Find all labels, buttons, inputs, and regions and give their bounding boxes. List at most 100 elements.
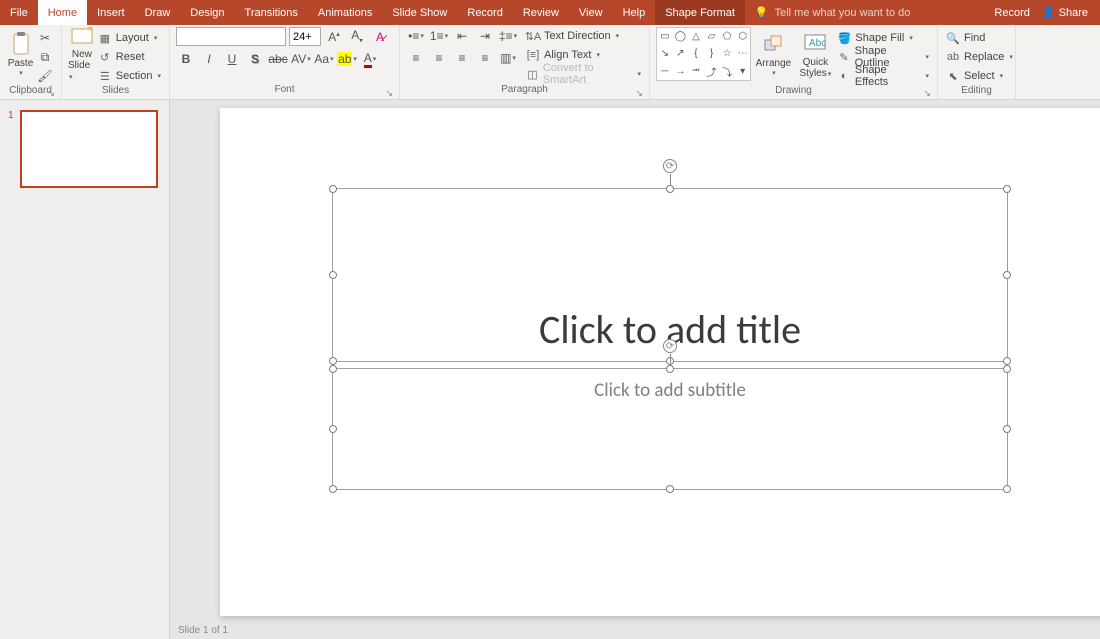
shrink-font-button[interactable]: A▾ (347, 28, 367, 46)
highlight-button[interactable]: ab▾ (337, 50, 357, 68)
bullets-button[interactable]: •≡▾ (406, 27, 426, 45)
tab-help[interactable]: Help (613, 0, 656, 25)
slide-thumbnail-1[interactable] (20, 110, 158, 188)
tab-home[interactable]: Home (38, 0, 87, 25)
shape-fill-label: Shape Fill (855, 32, 904, 44)
align-right-button[interactable]: ≡ (452, 49, 472, 67)
group-drawing: ▭◯△▱⬠⬡ ↘↗{}☆⋯ ─→⭲⤴⤵▾ Arrange▾ Abc Quick … (650, 25, 938, 99)
resize-handle[interactable] (1003, 365, 1011, 373)
find-label: Find (964, 32, 985, 44)
clear-formatting-button[interactable]: A̷ (370, 28, 390, 46)
resize-handle[interactable] (1003, 271, 1011, 279)
resize-handle[interactable] (329, 365, 337, 373)
justify-button[interactable]: ≡ (475, 49, 495, 67)
strikethrough-button[interactable]: abc (268, 50, 288, 68)
slide-thumbnail-pane[interactable]: 1 (0, 100, 170, 639)
status-bar-text: Slide 1 of 1 (170, 625, 228, 639)
clipboard-launcher[interactable]: ↘ (47, 88, 55, 99)
slide-canvas-area[interactable]: ⟳ Click to add title ⟳ (170, 100, 1100, 639)
change-case-button[interactable]: Aa▾ (314, 50, 334, 68)
group-font: A▴ A▾ A̷ B I U S abc AV▾ Aa▾ ab▾ A▾ Font… (170, 25, 400, 99)
resize-handle[interactable] (1003, 185, 1011, 193)
slide[interactable]: ⟳ Click to add title ⟳ (220, 108, 1100, 616)
section-button[interactable]: ☰Section▾ (96, 67, 163, 85)
replace-button[interactable]: abReplace▾ (944, 48, 1015, 66)
resize-handle[interactable] (1003, 485, 1011, 493)
group-drawing-label: Drawing (775, 85, 812, 96)
share-button[interactable]: 👤 Share (1042, 6, 1088, 19)
font-family-combo[interactable] (176, 27, 286, 46)
tab-view[interactable]: View (569, 0, 613, 25)
resize-handle[interactable] (329, 357, 337, 365)
align-left-button[interactable]: ≡ (406, 49, 426, 67)
character-spacing-button[interactable]: AV▾ (291, 50, 311, 68)
copy-button[interactable]: ⧉ (35, 48, 55, 66)
resize-handle[interactable] (666, 185, 674, 193)
tab-slideshow[interactable]: Slide Show (382, 0, 457, 25)
quick-styles-button[interactable]: Abc Quick Styles▾ (795, 27, 835, 82)
reset-button[interactable]: ↺Reset (96, 48, 163, 66)
tab-draw[interactable]: Draw (135, 0, 181, 25)
subtitle-placeholder-text: Click to add subtitle (333, 379, 1007, 402)
tab-record[interactable]: Record (457, 0, 512, 25)
group-clipboard: Paste ▾ ✂ ⧉ 🖌 Clipboard↘ (0, 25, 62, 99)
font-color-button[interactable]: A▾ (360, 50, 380, 68)
rotate-handle[interactable]: ⟳ (663, 159, 677, 173)
layout-button[interactable]: ▦Layout▾ (96, 29, 163, 47)
resize-handle[interactable] (329, 485, 337, 493)
select-label: Select (964, 70, 995, 82)
group-editing-label: Editing (961, 85, 992, 96)
clipboard-icon (9, 32, 33, 56)
format-painter-button[interactable]: 🖌 (35, 67, 55, 85)
resize-handle[interactable] (666, 485, 674, 493)
select-button[interactable]: ⬉Select▾ (944, 67, 1015, 85)
resize-handle[interactable] (1003, 357, 1011, 365)
highlight-icon: ab (337, 52, 352, 66)
tab-insert[interactable]: Insert (87, 0, 135, 25)
tab-animations[interactable]: Animations (308, 0, 382, 25)
bold-button[interactable]: B (176, 50, 196, 68)
underline-button[interactable]: U (222, 50, 242, 68)
paste-button[interactable]: Paste ▾ (6, 27, 35, 82)
tell-me-search[interactable]: 💡 Tell me what you want to do (745, 0, 920, 25)
paragraph-launcher[interactable]: ↘ (635, 88, 643, 99)
decrease-indent-button[interactable]: ⇤ (452, 27, 472, 45)
text-direction-button[interactable]: ⇅AText Direction▾ (524, 27, 643, 45)
align-center-button[interactable]: ≡ (429, 49, 449, 67)
new-slide-label1: New (72, 49, 92, 60)
arrange-button[interactable]: Arrange▾ (751, 27, 795, 82)
find-button[interactable]: 🔍Find (944, 29, 1015, 47)
font-launcher[interactable]: ↘ (385, 88, 393, 99)
resize-handle[interactable] (666, 365, 674, 373)
rotate-handle[interactable]: ⟳ (663, 339, 677, 353)
record-button[interactable]: Record (994, 7, 1029, 19)
resize-handle[interactable] (329, 425, 337, 433)
italic-button[interactable]: I (199, 50, 219, 68)
drawing-launcher[interactable]: ↘ (923, 88, 931, 99)
numbering-button[interactable]: 1≡▾ (429, 27, 449, 45)
tab-shape-format[interactable]: Shape Format (655, 0, 745, 25)
tab-transitions[interactable]: Transitions (235, 0, 308, 25)
shapes-gallery[interactable]: ▭◯△▱⬠⬡ ↘↗{}☆⋯ ─→⭲⤴⤵▾ (656, 27, 751, 81)
resize-handle[interactable] (329, 185, 337, 193)
chevron-down-icon: ▾ (19, 69, 23, 77)
subtitle-placeholder[interactable]: ⟳ Click to add subtitle (332, 368, 1008, 490)
tab-design[interactable]: Design (180, 0, 234, 25)
shadow-button[interactable]: S (245, 50, 265, 68)
cursor-icon: ⬉ (946, 69, 960, 83)
tab-file[interactable]: File (0, 0, 38, 25)
font-color-icon: A (364, 51, 372, 68)
cut-button[interactable]: ✂ (35, 29, 55, 47)
shape-effects-button[interactable]: ◐Shape Effects▾ (835, 67, 931, 85)
grow-font-button[interactable]: A▴ (324, 28, 344, 46)
title-placeholder[interactable]: ⟳ Click to add title (332, 188, 1008, 362)
resize-handle[interactable] (1003, 425, 1011, 433)
new-slide-button[interactable]: New Slide ▾ (68, 27, 96, 82)
increase-indent-button[interactable]: ⇥ (475, 27, 495, 45)
resize-handle[interactable] (329, 271, 337, 279)
line-spacing-button[interactable]: ‡≡▾ (498, 27, 518, 45)
group-clipboard-label: Clipboard (9, 85, 52, 96)
columns-button[interactable]: ▥▾ (498, 49, 518, 67)
font-size-combo[interactable] (289, 27, 321, 46)
tab-review[interactable]: Review (513, 0, 569, 25)
